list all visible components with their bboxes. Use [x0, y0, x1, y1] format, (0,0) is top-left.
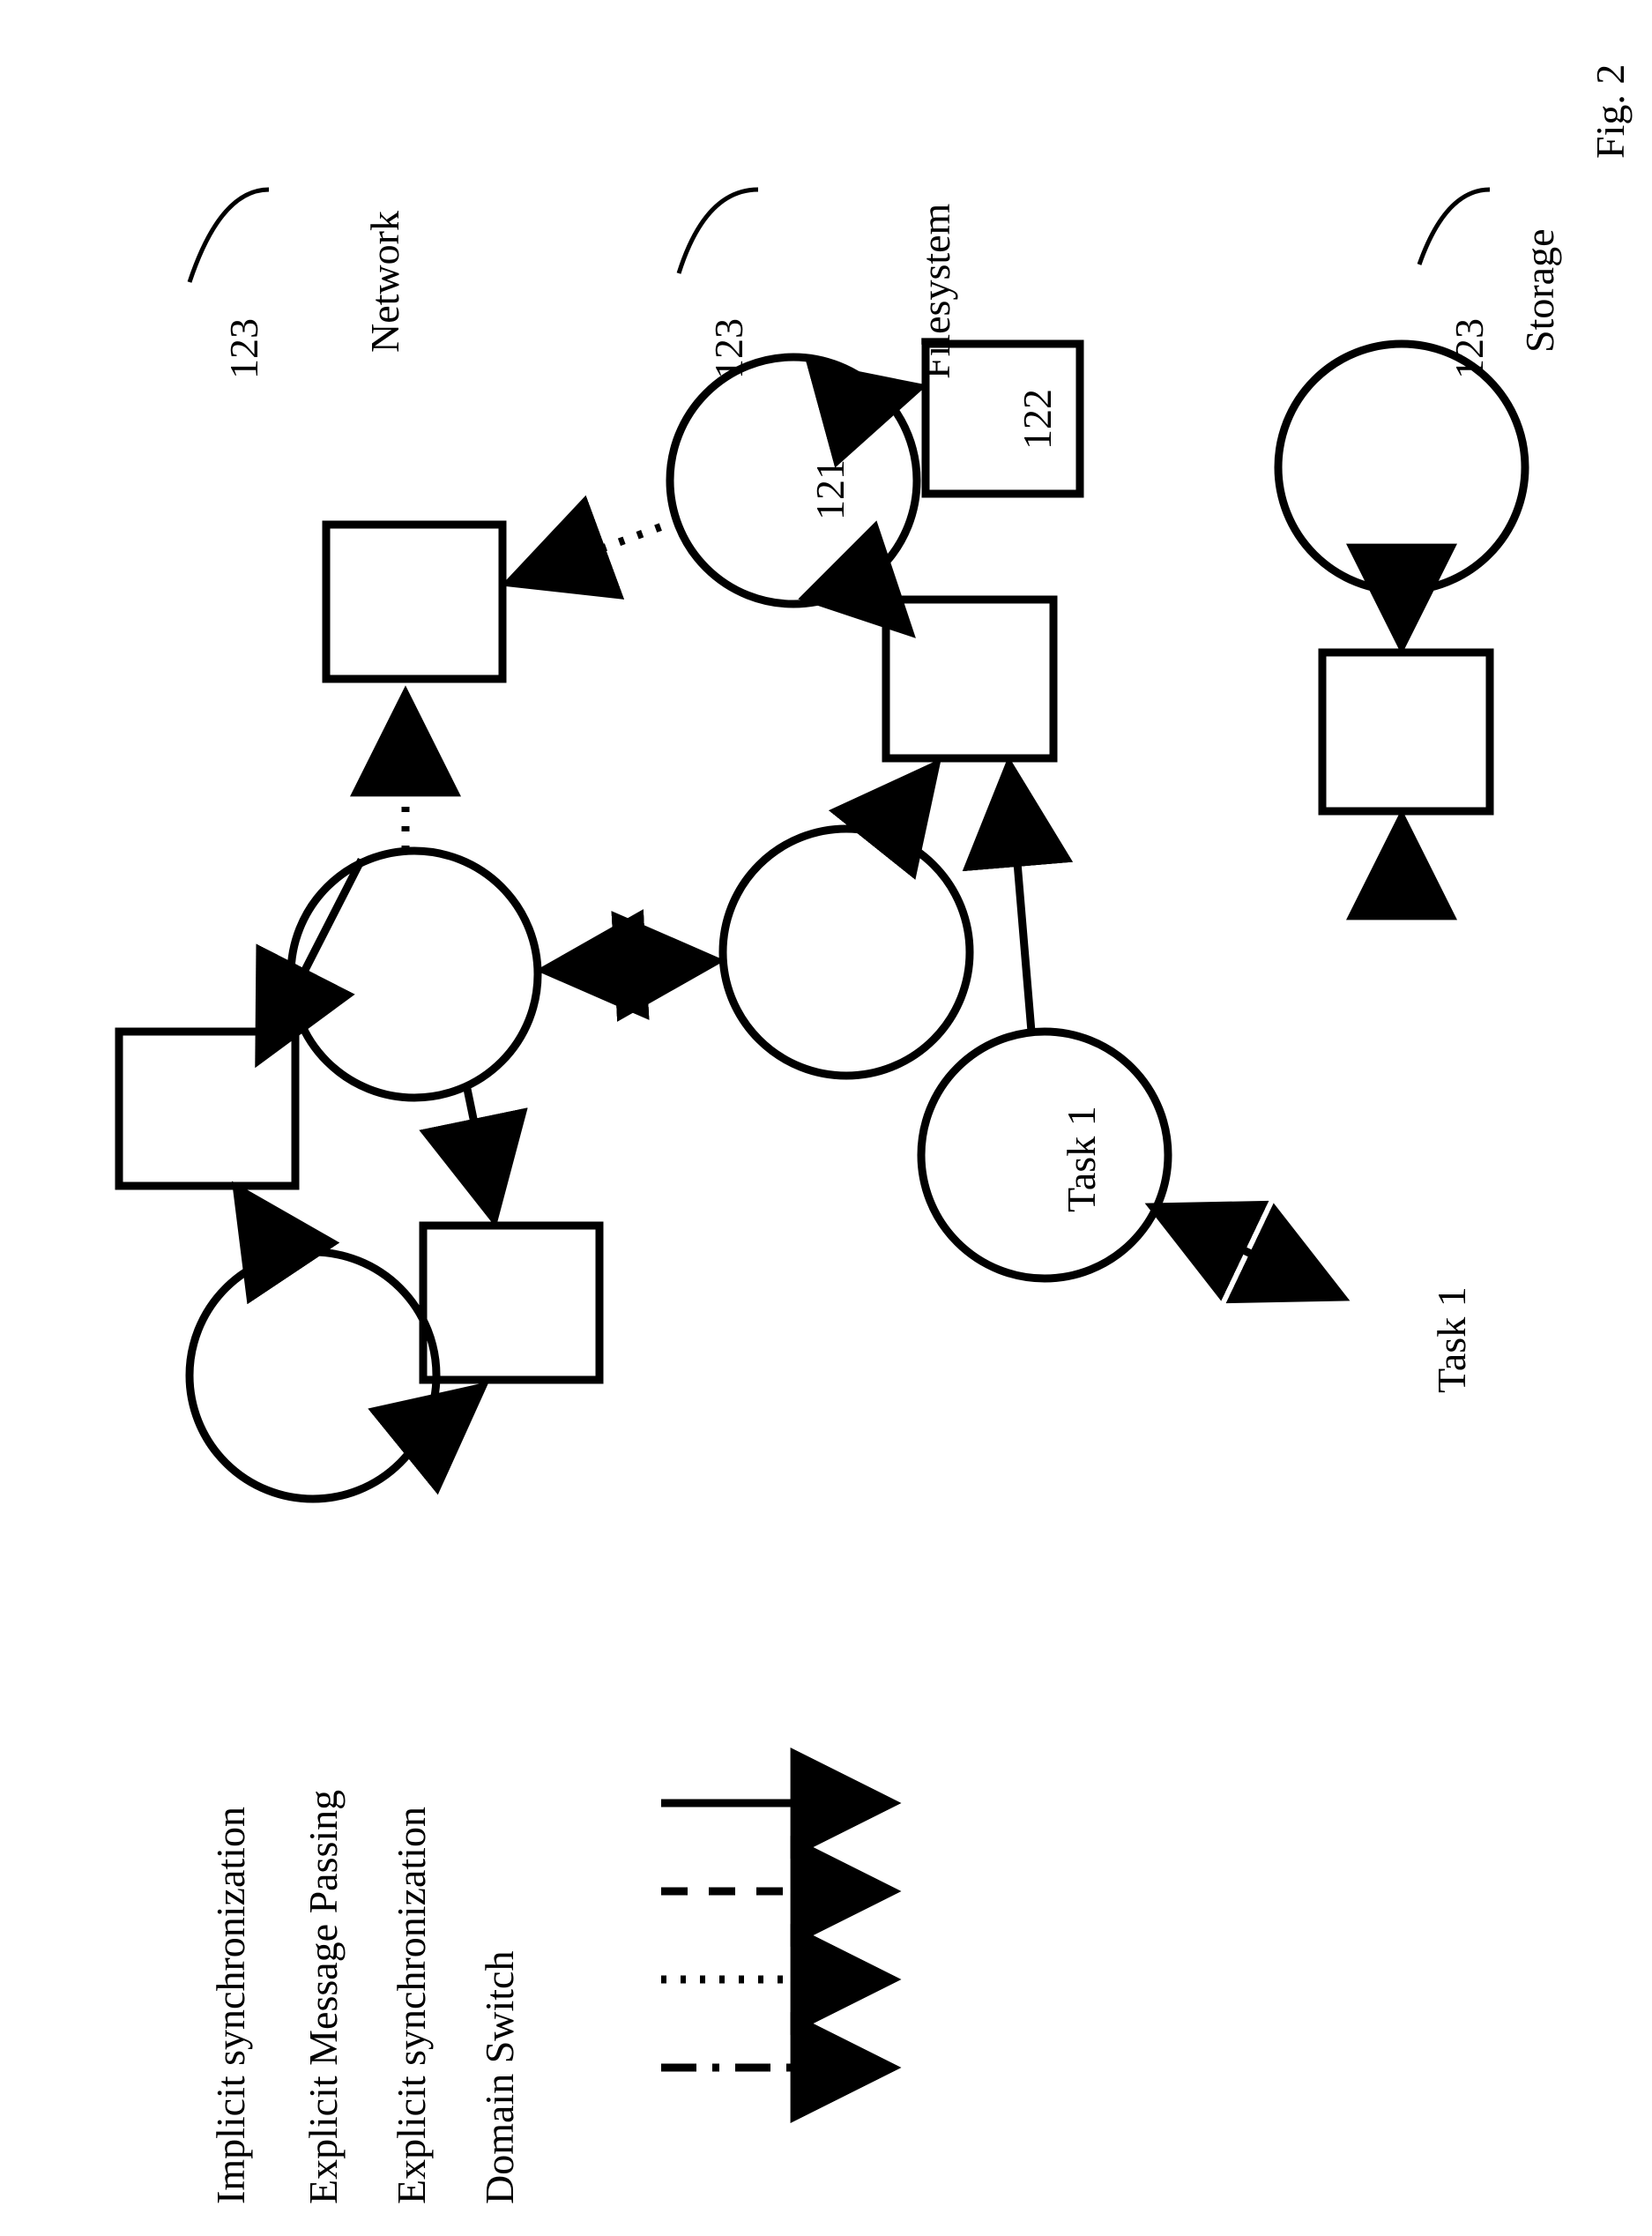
filesystem-label: Filesystem	[912, 204, 959, 379]
figure-label: Fig. 2	[1587, 64, 1633, 159]
leader-filesystem	[679, 190, 758, 273]
fs-task-mid	[723, 829, 970, 1076]
fs-task1	[921, 1032, 1168, 1278]
node-121-label: 121	[807, 459, 853, 520]
net-object-top	[326, 525, 502, 679]
storage-task	[1278, 344, 1525, 591]
figure-2: Fig. 2 123 Network 123 Filesystem 123 St…	[0, 0, 1652, 2236]
edge-net-bottom-to-rightobj	[410, 1389, 480, 1446]
net-object-right	[423, 1226, 599, 1380]
node-122-label: 122	[1014, 389, 1060, 450]
legend-explicit-sync: Explicit synchronization	[388, 1807, 435, 2204]
edge-explicit-sync-121-netobj	[511, 520, 679, 582]
edge-net-center-to-rightobj	[467, 1089, 494, 1217]
node-task1-a-label: Task 1	[1058, 1106, 1105, 1212]
network-label: Network	[361, 211, 408, 353]
edge-net-center-to-leftobj	[260, 860, 361, 1058]
edge-mid-to-centerobj	[882, 767, 934, 833]
storage-label: Storage	[1516, 228, 1563, 353]
legend-explicit-msg: Explicit Message Passing	[300, 1790, 346, 2204]
net-task-bottom	[190, 1252, 436, 1499]
node-task1-b-label: Task 1	[1428, 1286, 1475, 1393]
net-object-left	[119, 1032, 295, 1186]
net-task-center	[291, 851, 538, 1098]
leader-storage	[1419, 190, 1490, 265]
legend-implicit-sync: Implicit synchronization	[207, 1807, 254, 2204]
edge-domain-switch	[1155, 1208, 1340, 1296]
storage-object	[1322, 652, 1490, 811]
leader-network	[190, 190, 269, 282]
edge-task1-to-centerobj	[1009, 767, 1031, 1032]
network-ref: 123	[220, 318, 267, 379]
legend-domain-switch: Domain Switch	[476, 1951, 523, 2204]
edge-msg-net-fs	[547, 961, 714, 970]
storage-ref: 123	[1446, 318, 1492, 379]
filesystem-ref: 123	[705, 318, 752, 379]
fs-object-center	[886, 600, 1053, 758]
edge-net-bottom-to-leftobj	[238, 1190, 282, 1256]
